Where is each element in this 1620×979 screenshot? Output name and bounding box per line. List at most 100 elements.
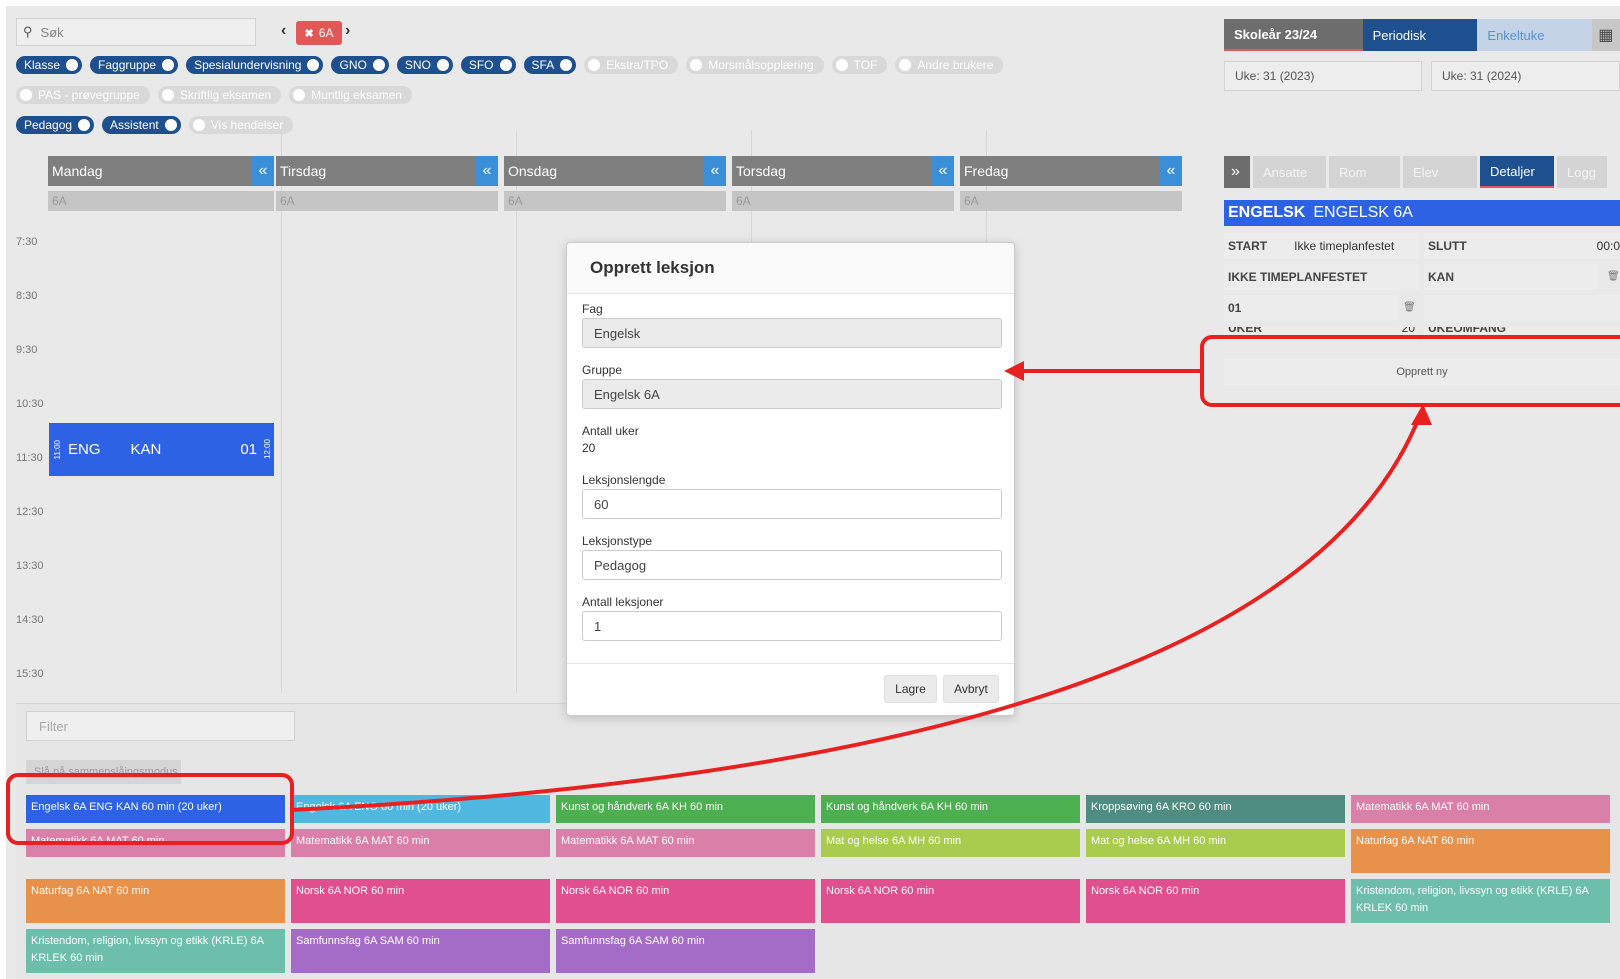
day-class-label: 6A	[504, 191, 726, 211]
lesson-card[interactable]: Matematikk 6A MAT 60 min	[556, 829, 815, 857]
lesson-card[interactable]: Mat og helse 6A MH 60 min	[821, 829, 1080, 857]
lesson-card[interactable]: Norsk 6A NOR 60 min	[291, 879, 550, 923]
filter-chip[interactable]: TOF	[831, 56, 888, 74]
collapse-panel-icon[interactable]: »	[1224, 156, 1250, 188]
grid-menu-icon[interactable]: ▦	[1592, 19, 1620, 51]
filter-chip-label: Morsmålsopplæring	[708, 58, 814, 72]
subject-field[interactable]: Engelsk	[582, 318, 1002, 348]
lesson-card[interactable]: Mat og helse 6A MH 60 min	[1086, 829, 1345, 857]
lesson-end-time: 12:00	[263, 439, 272, 460]
subject-label: Fag	[582, 302, 603, 316]
detail-teacher[interactable]: KAN	[1424, 264, 1598, 290]
lesson-card[interactable]: Naturfag 6A NAT 60 min	[26, 879, 285, 923]
time-label: 9:30	[16, 344, 38, 356]
lesson-card[interactable]: Engelsk 6A ENG 60 min (20 uker)	[291, 795, 550, 823]
collapse-day-icon[interactable]: «	[1160, 156, 1182, 186]
prev-class-arrow-icon[interactable]: ‹	[281, 22, 286, 40]
pool-filter-input[interactable]: Filter	[26, 711, 295, 741]
filter-chip[interactable]: PAS - prøvegruppe	[16, 86, 150, 104]
filter-chip[interactable]: Muntlig eksamen	[289, 86, 412, 104]
day-name: Mandag	[52, 163, 103, 179]
filter-chip-label: Spesialundervisning	[194, 58, 302, 72]
lesson-card[interactable]: Norsk 6A NOR 60 min	[556, 879, 815, 923]
merge-mode-button[interactable]: Slå på sammenslåingsmodus	[26, 760, 181, 784]
detail-room[interactable]: 01	[1224, 295, 1398, 321]
tab-log[interactable]: Logg	[1557, 156, 1607, 188]
search-input[interactable]: ⚲ Søk	[16, 18, 256, 46]
remove-room-trash-icon[interactable]: 🗑	[1403, 302, 1416, 313]
filter-chip[interactable]: Pedagog	[16, 116, 95, 134]
lesson-card[interactable]: Matematikk 6A MAT 60 min	[1351, 795, 1610, 823]
filter-chip[interactable]: Faggruppe	[90, 56, 179, 74]
time-label: 14:30	[16, 614, 44, 626]
lesson-card[interactable]: Norsk 6A NOR 60 min	[821, 879, 1080, 923]
toggle-knob-icon	[560, 59, 573, 71]
lesson-type-field[interactable]: Pedagog	[582, 550, 1002, 580]
collapse-day-icon[interactable]: «	[704, 156, 726, 186]
filter-chip[interactable]: Skriftlig eksamen	[157, 86, 282, 104]
save-button[interactable]: Lagre	[884, 675, 937, 703]
class-tag[interactable]: ✖ 6A	[296, 21, 342, 45]
tab-periodic[interactable]: Periodisk	[1362, 19, 1478, 51]
day-class-label: 6A	[732, 191, 954, 211]
filter-chip[interactable]: Vis hendelser	[188, 116, 294, 134]
filter-chip[interactable]: SFO	[460, 56, 516, 74]
create-new-button[interactable]: Opprett ny	[1224, 359, 1620, 385]
filter-chip[interactable]: Klasse	[16, 56, 83, 74]
cancel-button[interactable]: Avbryt	[943, 675, 999, 703]
toggle-knob-icon	[436, 59, 449, 71]
toggle-knob-icon	[66, 59, 79, 71]
lesson-card[interactable]: Matematikk 6A MAT 60 min	[291, 829, 550, 857]
time-label: 15:30	[16, 668, 44, 680]
lesson-card[interactable]: Norsk 6A NOR 60 min	[1086, 879, 1345, 923]
collapse-day-icon[interactable]: «	[252, 156, 274, 186]
week-from-field[interactable]: Uke: 31 (2023)	[1224, 61, 1422, 91]
filter-chip[interactable]: SNO	[396, 56, 453, 74]
tab-staff[interactable]: Ansatte	[1253, 156, 1326, 188]
lesson-length-field[interactable]: 60	[582, 489, 1002, 519]
toggle-knob-icon	[835, 59, 848, 71]
lesson-card[interactable]: Samfunnsfag 6A SAM 60 min	[556, 929, 815, 973]
week-to-field[interactable]: Uke: 31 (2024)	[1431, 61, 1620, 91]
remove-class-icon[interactable]: ✖	[305, 27, 314, 40]
detail-start: START Ikke timeplanfestet	[1224, 233, 1419, 259]
group-field[interactable]: Engelsk 6A	[582, 379, 1002, 409]
lesson-card[interactable]: Kristendom, religion, livssyn og etikk (…	[1351, 879, 1610, 923]
filter-chip[interactable]: Spesialundervisning	[186, 56, 324, 74]
start-label: START	[1228, 239, 1268, 253]
filter-chip-label: GNO	[339, 58, 367, 72]
filter-chip[interactable]: Ekstra/TPO	[584, 56, 679, 74]
lesson-count-field[interactable]: 1	[582, 611, 1002, 641]
collapse-day-icon[interactable]: «	[932, 156, 954, 186]
lesson-card[interactable]: Matematikk 6A MAT 60 min	[26, 829, 285, 857]
tab-room[interactable]: Rom	[1329, 156, 1400, 188]
filter-chip[interactable]: Morsmålsopplæring	[686, 56, 824, 74]
weeks-count-value: 20	[582, 441, 596, 455]
collapse-day-icon[interactable]: «	[476, 156, 498, 186]
filter-chip[interactable]: Andre brukere	[895, 56, 1004, 74]
lesson-cards: Engelsk 6A ENG KAN 60 min (20 uker) Engel…	[26, 795, 1620, 973]
tab-student[interactable]: Elev	[1403, 156, 1477, 188]
day-divider	[516, 130, 517, 693]
lesson-block[interactable]: 11:00 ENG KAN 01 12:00	[49, 423, 274, 476]
filter-chip[interactable]: SFA	[523, 56, 577, 74]
lesson-card[interactable]: Samfunnsfag 6A SAM 60 min	[291, 929, 550, 973]
lesson-teacher: KAN	[130, 441, 162, 458]
toggle-knob-icon	[162, 59, 175, 71]
room-label: 01	[1228, 301, 1242, 315]
lesson-card[interactable]: Kristendom, religion, livssyn og etikk (…	[26, 929, 285, 973]
tab-school-year[interactable]: Skoleår 23/24	[1224, 19, 1363, 51]
time-label: 12:30	[16, 506, 44, 518]
filter-chip[interactable]: GNO	[331, 56, 389, 74]
lesson-card[interactable]: Naturfag 6A NAT 60 min	[1351, 829, 1610, 873]
tab-details[interactable]: Detaljer	[1480, 156, 1554, 188]
lesson-card[interactable]: Kunst og håndverk 6A KH 60 min	[556, 795, 815, 823]
lesson-card[interactable]: Kroppsøving 6A KRO 60 min	[1086, 795, 1345, 823]
remove-teacher-trash-icon[interactable]: 🗑	[1607, 271, 1620, 282]
lesson-card[interactable]: Engelsk 6A ENG KAN 60 min (20 uker)	[26, 795, 285, 823]
tab-single-week[interactable]: Enkeltuke	[1477, 19, 1593, 51]
filter-chip[interactable]: Assistent	[102, 116, 181, 134]
not-scheduled-label: IKKE TIMEPLANFESTET	[1228, 270, 1368, 284]
lesson-card[interactable]: Kunst og håndverk 6A KH 60 min	[821, 795, 1080, 823]
next-class-arrow-icon[interactable]: ›	[345, 22, 350, 40]
